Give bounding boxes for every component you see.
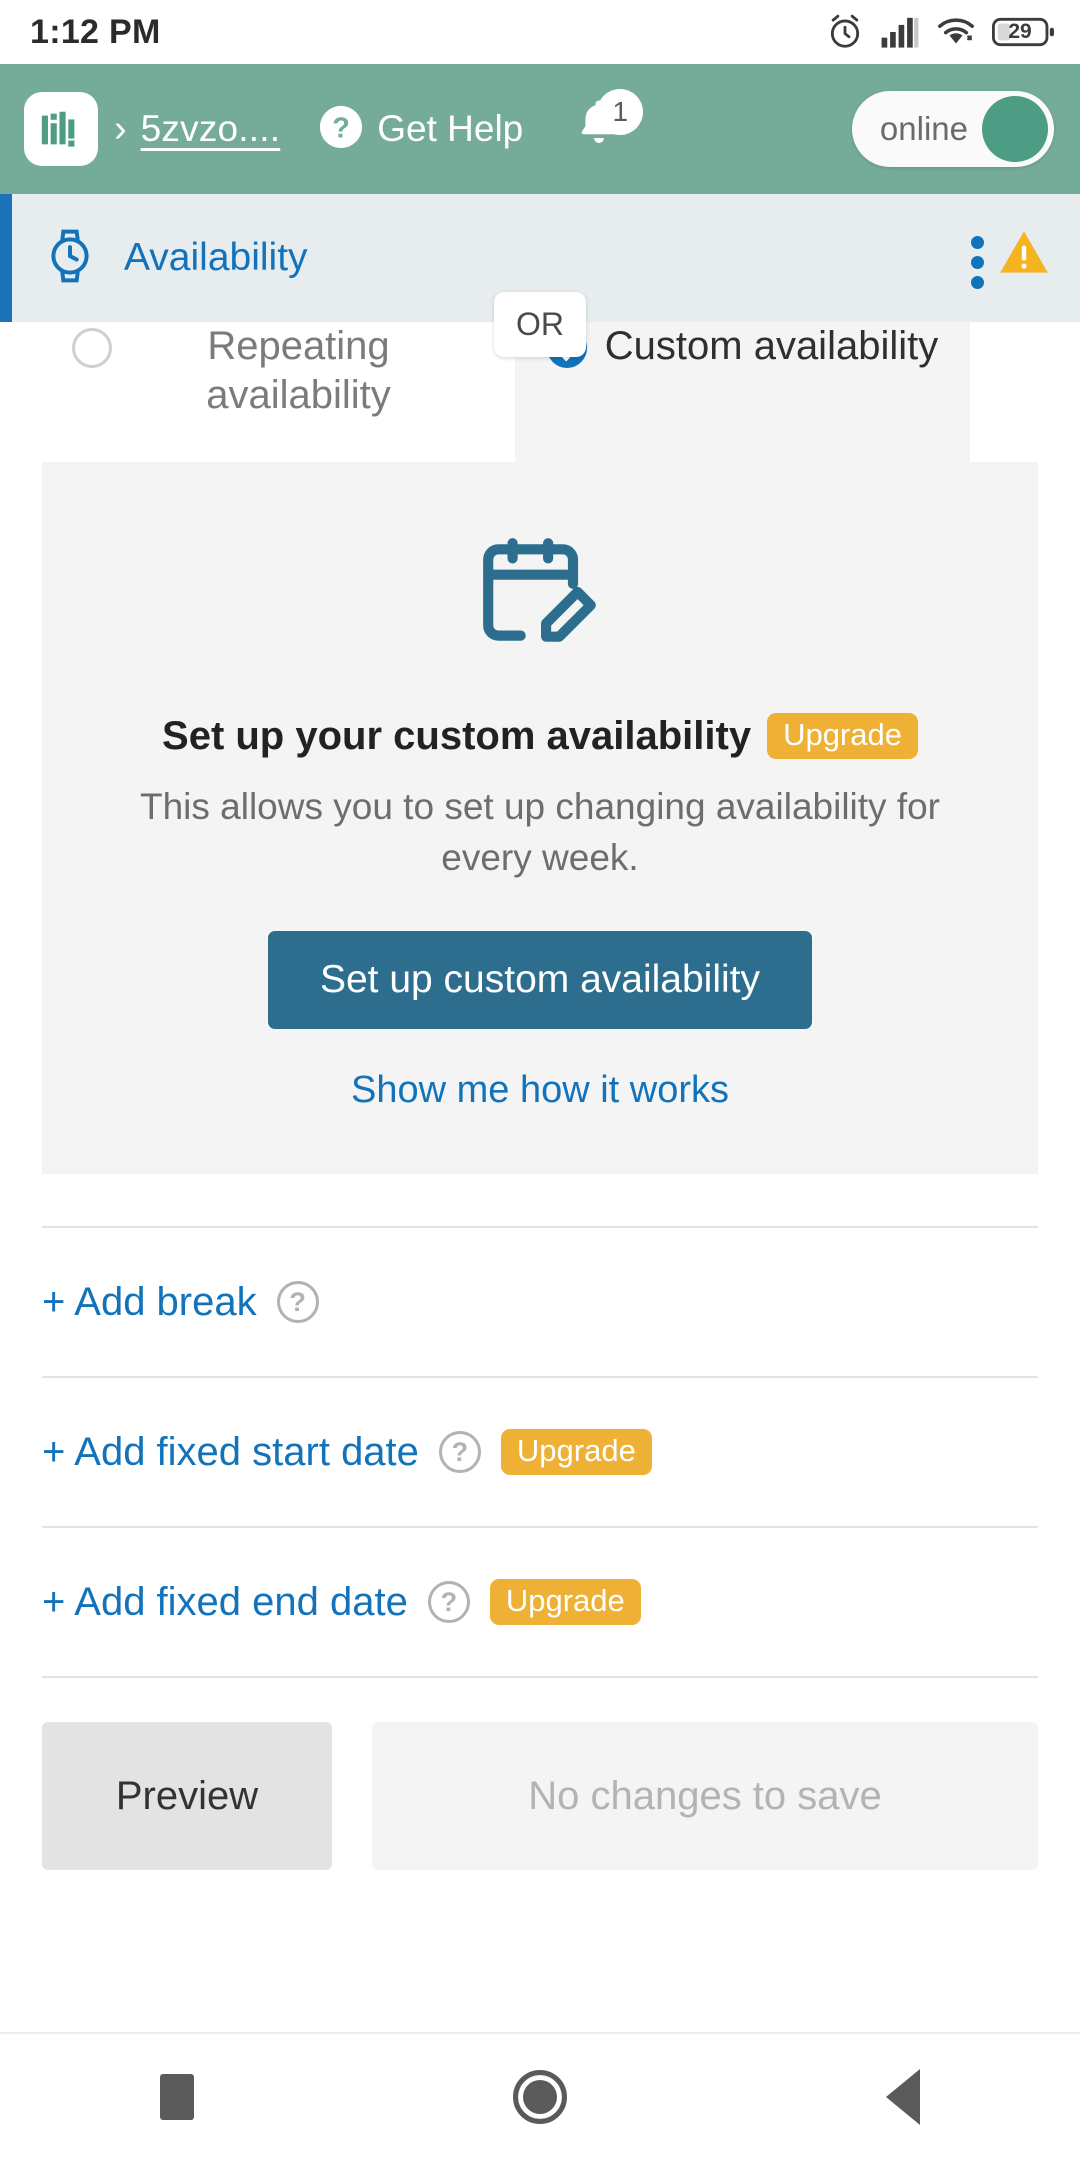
upgrade-badge[interactable]: Upgrade: [489, 1579, 641, 1626]
online-toggle-label: online: [879, 110, 968, 147]
question-circle-icon: ?: [318, 104, 364, 155]
availability-type-selector: Repeating availability OR Custom availab…: [0, 292, 1080, 462]
question-circle-outline-icon[interactable]: ?: [276, 1281, 319, 1324]
preview-button[interactable]: Preview: [42, 1722, 332, 1871]
set-up-custom-availability-button[interactable]: Set up custom availability: [267, 931, 813, 1030]
wifi-icon: [936, 15, 976, 49]
kebab-menu-icon[interactable]: [971, 228, 994, 289]
custom-availability-label: Custom availability: [604, 324, 939, 368]
notification-badge: 1: [597, 89, 644, 135]
get-help-label: Get Help: [377, 108, 524, 149]
page-title: Availability: [124, 236, 308, 279]
repeating-availability-option[interactable]: Repeating availability: [42, 322, 497, 462]
save-button-disabled: No changes to save: [372, 1722, 1038, 1871]
app-logo-bars-icon[interactable]: [24, 92, 98, 166]
status-time: 1:12 PM: [30, 12, 161, 51]
availability-content: Repeating availability OR Custom availab…: [0, 292, 1080, 2102]
breadcrumb-chevron-icon: ›: [114, 108, 127, 150]
triangle-back-icon[interactable]: [886, 2069, 921, 2125]
breadcrumb-link[interactable]: 5zvzo....: [141, 108, 281, 150]
panel-title: Set up your custom availability: [162, 713, 752, 758]
alarm-clock-icon: [826, 13, 864, 51]
question-circle-outline-icon[interactable]: ?: [438, 1431, 481, 1474]
battery-percent: 29: [1008, 20, 1032, 43]
android-navigation-bar: [0, 2032, 1080, 2160]
get-help-button[interactable]: ? Get Help: [318, 104, 523, 155]
add-fixed-end-date-row[interactable]: + Add fixed end date ? Upgrade: [0, 1528, 1080, 1676]
phone-screen: 1:12 PM 29 › 5zvzo.... ? Get Help 1 onli…: [0, 0, 1080, 2160]
app-header-bar: › 5zvzo.... ? Get Help 1 online: [0, 64, 1080, 194]
panel-description: This allows you to set up changing avail…: [139, 786, 941, 879]
status-bar: 1:12 PM 29: [0, 0, 1080, 64]
radio-unselected-icon[interactable]: [72, 328, 112, 368]
bell-icon: [569, 100, 629, 157]
footer-actions: Preview No changes to save: [0, 1678, 1080, 1871]
svg-text:?: ?: [332, 112, 350, 144]
notifications-button[interactable]: 1: [569, 89, 644, 165]
or-separator-badge: OR: [494, 292, 586, 357]
custom-availability-panel: Set up your custom availability Upgrade …: [42, 462, 1038, 1175]
circle-home-icon[interactable]: [512, 2070, 567, 2124]
battery-icon: 29: [992, 15, 1054, 49]
add-fixed-start-date-row[interactable]: + Add fixed start date ? Upgrade: [0, 1378, 1080, 1526]
upgrade-badge[interactable]: Upgrade: [500, 1429, 652, 1476]
watch-clock-icon: [42, 225, 98, 292]
cellular-signal-icon: [880, 15, 920, 49]
add-break-row[interactable]: + Add break ?: [0, 1228, 1080, 1376]
calendar-edit-icon: [474, 532, 606, 661]
online-status-toggle[interactable]: online: [851, 91, 1054, 167]
panel-heading-row: Set up your custom availability Upgrade: [162, 713, 918, 759]
status-icon-group: 29: [826, 13, 1054, 51]
upgrade-badge[interactable]: Upgrade: [767, 713, 918, 759]
square-recents-icon[interactable]: [159, 2074, 194, 2120]
show-me-how-it-works-link[interactable]: Show me how it works: [351, 1069, 729, 1112]
repeating-availability-label: Repeating availability: [206, 324, 391, 417]
add-fixed-end-date-label[interactable]: + Add fixed end date: [42, 1580, 408, 1625]
warning-triangle-icon[interactable]: [998, 228, 1050, 281]
section-header-actions: [971, 228, 1050, 289]
toggle-knob: [982, 96, 1048, 162]
add-break-label[interactable]: + Add break: [42, 1280, 257, 1325]
question-circle-outline-icon[interactable]: ?: [427, 1581, 470, 1624]
add-fixed-start-date-label[interactable]: + Add fixed start date: [42, 1430, 419, 1475]
